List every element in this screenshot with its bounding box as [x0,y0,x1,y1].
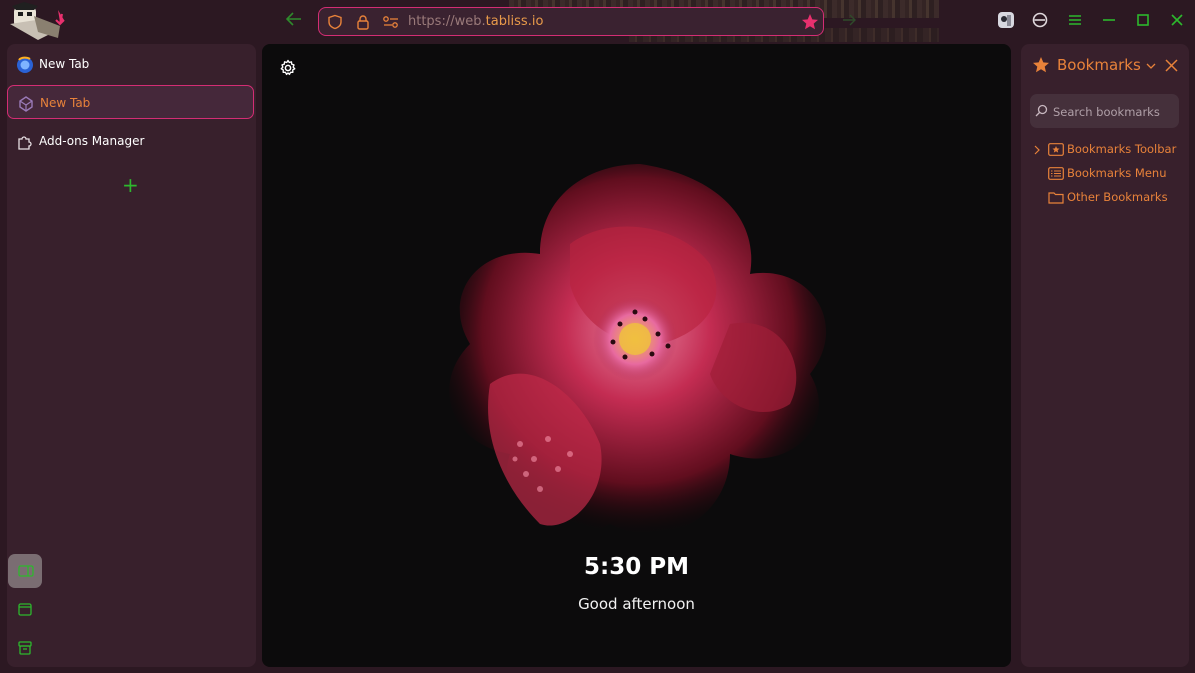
lock-icon[interactable] [355,14,371,30]
url-text[interactable]: https://web.tabliss.io [408,14,543,29]
address-bar[interactable]: https://web.tabliss.io [318,7,824,36]
puzzle-icon [18,136,32,150]
firefox-icon [17,56,33,73]
sidebar-toggle-icon [18,565,34,577]
star-folder-icon [1048,143,1064,156]
tab-label: Add-ons Manager [39,134,145,148]
tab-new-tab-2[interactable]: New Tab [7,85,254,119]
forward-button[interactable] [842,10,860,32]
search-placeholder: Search bookmarks [1053,105,1160,119]
window-icon [18,603,32,616]
url-host: tabliss.io [485,14,544,29]
bookmarks-title-dropdown[interactable]: Bookmarks [1057,56,1156,74]
close-window-icon[interactable] [1167,10,1187,30]
tabliss-new-tab-page: 5:30 PM Good afternoon [262,44,1011,667]
flower-wallpaper [449,164,827,535]
tab-new-tab-1[interactable]: New Tab [7,47,254,81]
bookmarks-search-input[interactable]: Search bookmarks [1030,94,1179,128]
clock-time: 5:30 PM [584,554,689,580]
tabliss-icon [19,96,33,112]
arrow-right-icon [843,14,856,26]
minimize-icon[interactable] [1099,10,1119,30]
menu-icon[interactable] [1065,10,1085,30]
extension-icon[interactable] [996,10,1016,30]
bookmark-label: Bookmarks Menu [1067,166,1167,180]
vertical-tabs-sidebar: New Tab New Tab Add-ons Manager + [7,44,256,667]
profile-icon[interactable] [1030,10,1050,30]
bookmark-label: Bookmarks Toolbar [1067,142,1177,156]
shield-icon[interactable] [327,14,343,30]
sidebar-toggle-button[interactable] [8,554,42,588]
archive-button[interactable] [8,630,42,664]
chevron-right-icon[interactable] [1033,145,1041,155]
chevron-down-icon [1146,63,1156,69]
folder-icon [1048,192,1064,204]
tab-label: New Tab [39,57,90,71]
arrow-left-icon [285,12,301,26]
gear-icon[interactable] [279,59,297,77]
search-icon [1035,104,1048,117]
permissions-icon[interactable] [382,15,400,29]
menu-list-icon [1048,167,1064,180]
maximize-icon[interactable] [1133,10,1153,30]
star-icon [1033,57,1049,73]
tab-label: New Tab [40,96,91,110]
bookmarks-title: Bookmarks [1057,56,1141,74]
bookmark-label: Other Bookmarks [1067,190,1168,204]
anime-character-icon [8,2,68,42]
close-icon[interactable] [1165,59,1178,72]
window-button[interactable] [8,592,42,626]
new-tab-button[interactable]: + [122,175,139,195]
toolbar: https://web.tabliss.io [0,0,1195,44]
bookmarks-sidebar: Bookmarks Search bookmarks Bookmarks Too… [1021,44,1189,667]
tab-addons-manager[interactable]: Add-ons Manager [7,124,254,158]
url-prefix: https://web. [408,14,486,29]
back-button[interactable] [282,10,306,32]
greeting-text: Good afternoon [578,595,695,613]
archive-icon [18,641,32,655]
bookmark-star-icon[interactable] [801,13,819,31]
